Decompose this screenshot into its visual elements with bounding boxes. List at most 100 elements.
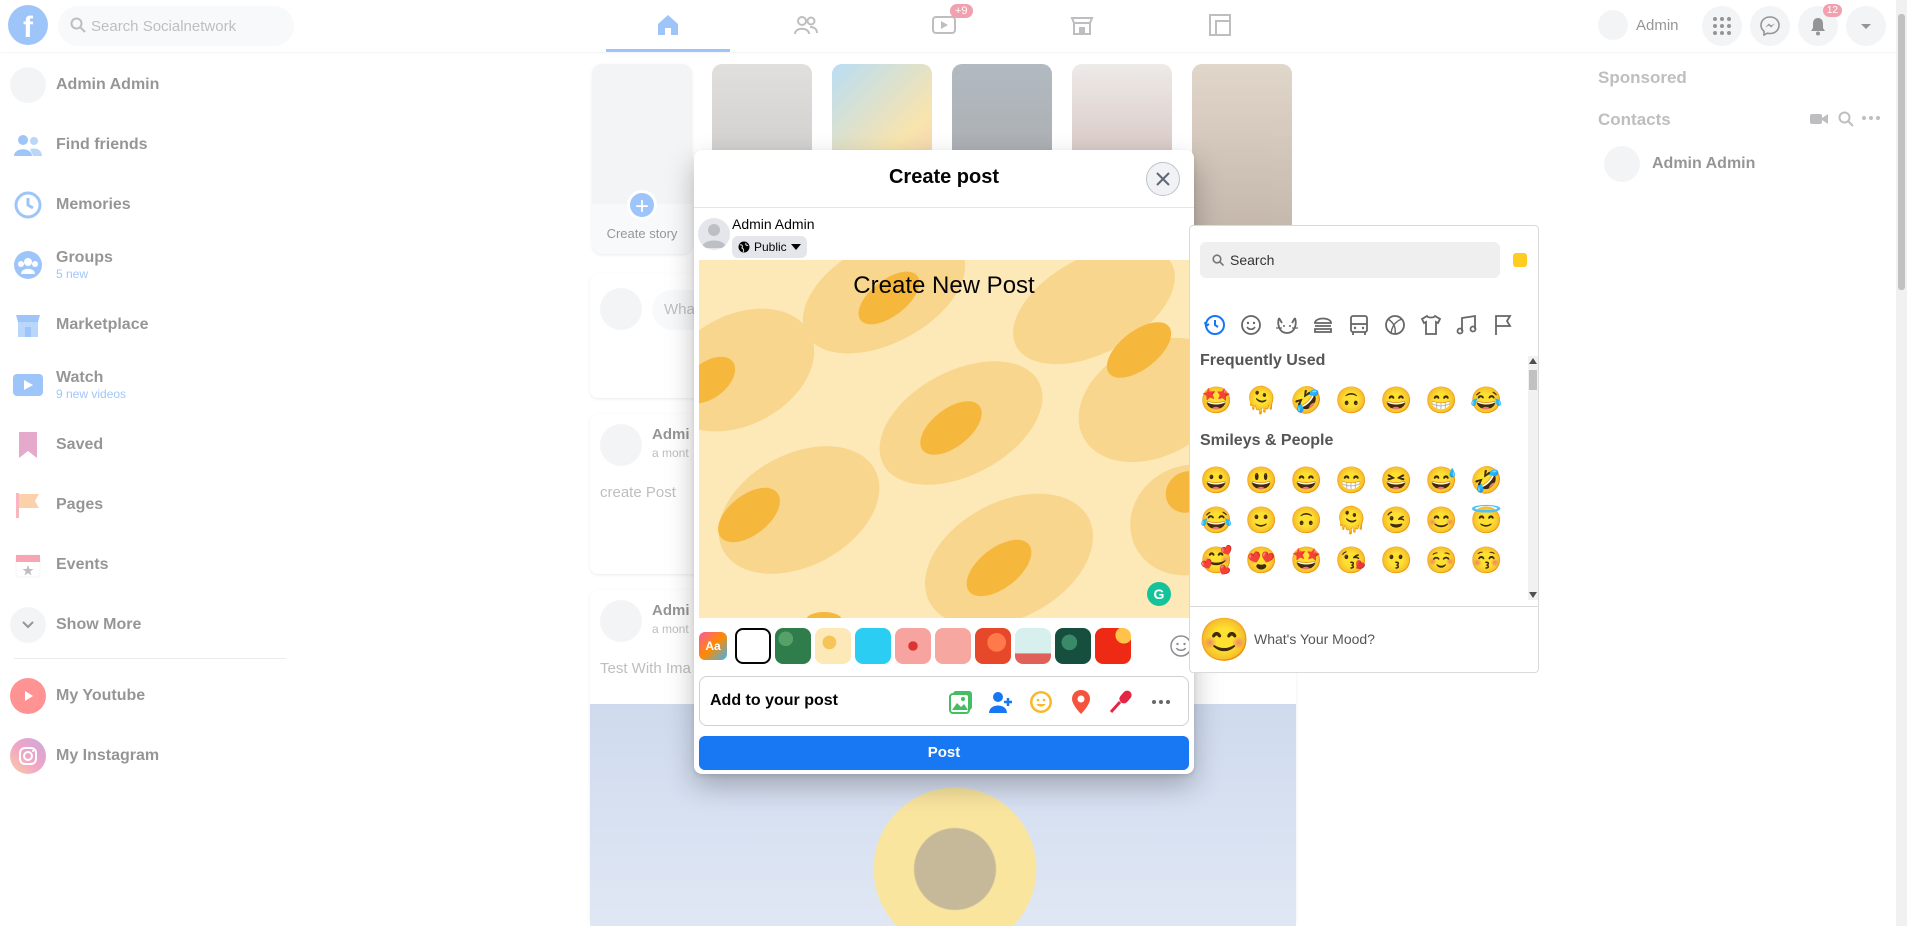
travel-bus-icon[interactable] <box>1346 312 1372 338</box>
post-text-canvas[interactable]: Create New Post G <box>699 260 1189 618</box>
bg-swatch-pink[interactable] <box>935 628 971 664</box>
tab-gaming[interactable] <box>1158 0 1282 52</box>
sidebar-item-memories[interactable]: Memories <box>10 185 131 225</box>
emoji-item[interactable]: 🤩 <box>1200 385 1232 415</box>
emoji-item[interactable]: 😗 <box>1380 545 1412 575</box>
emoji-item[interactable]: 😊 <box>1425 505 1457 535</box>
menu-button[interactable] <box>1702 6 1742 46</box>
more-options-button[interactable] <box>1146 687 1176 717</box>
emoji-scrollbar[interactable] <box>1528 356 1538 600</box>
scrollbar-thumb[interactable] <box>1529 370 1537 390</box>
emoji-item[interactable]: 😀 <box>1200 465 1232 495</box>
animal-cat-icon[interactable] <box>1274 312 1300 338</box>
feeling-button[interactable] <box>1026 687 1056 717</box>
photo-video-button[interactable] <box>946 687 976 717</box>
search-icon[interactable] <box>1838 111 1854 127</box>
sidebar-item-events[interactable]: Events <box>10 545 108 585</box>
flags-icon[interactable] <box>1490 312 1516 338</box>
emoji-item[interactable]: 🫠 <box>1245 385 1277 415</box>
text-background-toggle[interactable]: Aa <box>699 632 727 660</box>
emoji-item[interactable]: 😁 <box>1335 465 1367 495</box>
emoji-item[interactable]: 😂 <box>1200 505 1232 535</box>
emoji-item[interactable]: 😚 <box>1470 545 1502 575</box>
emoji-item[interactable]: 😃 <box>1245 465 1277 495</box>
account-button[interactable] <box>1846 6 1886 46</box>
bg-swatch-dark-green[interactable] <box>1055 628 1091 664</box>
symbols-music-icon[interactable] <box>1454 312 1480 338</box>
create-story-card[interactable]: + Create story <box>592 64 692 254</box>
privacy-select[interactable]: Public <box>732 236 807 258</box>
tab-watch[interactable]: +9 <box>882 0 1006 52</box>
sidebar-item-profile[interactable]: Admin Admin <box>10 65 159 105</box>
sidebar-show-more[interactable]: Show More <box>10 605 141 645</box>
tab-home[interactable] <box>606 0 730 52</box>
live-audio-button[interactable] <box>1106 687 1136 717</box>
emoji-item[interactable]: 😁 <box>1425 385 1457 415</box>
top-profile-link[interactable]: Admin <box>1598 10 1679 40</box>
emoji-item[interactable]: 🤣 <box>1470 465 1502 495</box>
smiley-category-icon[interactable] <box>1238 312 1264 338</box>
emoji-item[interactable]: 😅 <box>1425 465 1457 495</box>
emoji-item[interactable]: 🙂 <box>1245 505 1277 535</box>
sidebar-item-saved[interactable]: Saved <box>10 425 103 465</box>
tab-friends[interactable] <box>744 0 868 52</box>
close-button[interactable] <box>1146 162 1180 196</box>
top-search-input[interactable]: Search Socialnetwork <box>58 6 294 46</box>
emoji-item[interactable]: 🥰 <box>1200 545 1232 575</box>
scrollbar-thumb[interactable] <box>1898 14 1905 290</box>
skin-tone-selector[interactable] <box>1513 253 1527 267</box>
post-author[interactable]: Admi <box>652 426 690 443</box>
emoji-item[interactable]: 🤩 <box>1290 545 1322 575</box>
emoji-item[interactable]: 😍 <box>1245 545 1277 575</box>
bg-swatch-strawberry[interactable] <box>895 628 931 664</box>
sidebar-item-pages[interactable]: Pages <box>10 485 103 525</box>
messenger-button[interactable] <box>1750 6 1790 46</box>
emoji-item[interactable]: 🙃 <box>1335 385 1367 415</box>
emoji-item[interactable]: 😂 <box>1470 385 1502 415</box>
emoji-search-input[interactable]: Search <box>1200 242 1500 278</box>
more-icon[interactable] <box>1862 116 1880 120</box>
scroll-up-icon[interactable] <box>1529 358 1537 364</box>
bg-swatch-green-leaves[interactable] <box>775 628 811 664</box>
bg-swatch-red[interactable] <box>1095 628 1131 664</box>
bg-swatch-orange[interactable] <box>975 628 1011 664</box>
objects-shirt-icon[interactable] <box>1418 312 1444 338</box>
emoji-item[interactable]: 😄 <box>1290 465 1322 495</box>
notifications-button[interactable]: 12 <box>1798 4 1842 46</box>
tab-marketplace[interactable] <box>1020 0 1144 52</box>
bg-swatch-yellow-blobs[interactable] <box>815 628 851 664</box>
canvas-text[interactable]: Create New Post <box>699 272 1189 300</box>
emoji-item[interactable]: 😆 <box>1380 465 1412 495</box>
post-author[interactable]: Admi <box>652 602 690 619</box>
emoji-item[interactable]: 🤣 <box>1290 385 1322 415</box>
bg-swatch-mint[interactable] <box>1015 628 1051 664</box>
sidebar-item-marketplace[interactable]: Marketplace <box>10 305 149 345</box>
video-call-icon[interactable] <box>1810 112 1828 126</box>
emoji-item[interactable]: 😉 <box>1380 505 1412 535</box>
sidebar-item-find-friends[interactable]: Find friends <box>10 125 148 165</box>
activity-ball-icon[interactable] <box>1382 312 1408 338</box>
emoji-item[interactable]: ☺️ <box>1425 545 1457 575</box>
bg-swatch-white[interactable] <box>735 628 771 664</box>
sidebar-item-watch[interactable]: Watch 9 new videos <box>10 365 126 405</box>
emoji-item[interactable]: 😄 <box>1380 385 1412 415</box>
food-burger-icon[interactable] <box>1310 312 1336 338</box>
sidebar-item-instagram[interactable]: My Instagram <box>10 736 159 776</box>
emoji-item[interactable]: 😘 <box>1335 545 1367 575</box>
post-button[interactable]: Post <box>699 736 1189 770</box>
recent-clock-icon[interactable] <box>1202 312 1228 338</box>
emoji-picker: Search Frequently Used 🤩 🫠 🤣 🙃 😄 😁 😂 Smileys &… <box>1189 225 1539 673</box>
sidebar-item-youtube[interactable]: My Youtube <box>10 676 145 716</box>
sidebar-item-groups[interactable]: Groups 5 new <box>10 245 113 285</box>
page-scrollbar[interactable] <box>1896 0 1907 926</box>
emoji-item[interactable]: 😇 <box>1470 505 1502 535</box>
scroll-down-icon[interactable] <box>1529 592 1537 598</box>
check-in-button[interactable] <box>1066 687 1096 717</box>
emoji-item[interactable]: 🙃 <box>1290 505 1322 535</box>
tag-people-button[interactable] <box>986 687 1016 717</box>
contact-item[interactable]: Admin Admin <box>1604 146 1755 182</box>
facebook-logo[interactable]: f <box>8 5 48 45</box>
emoji-item[interactable]: 🫠 <box>1335 505 1367 535</box>
bg-swatch-cyan[interactable] <box>855 628 891 664</box>
grammarly-icon[interactable]: G <box>1147 582 1171 606</box>
